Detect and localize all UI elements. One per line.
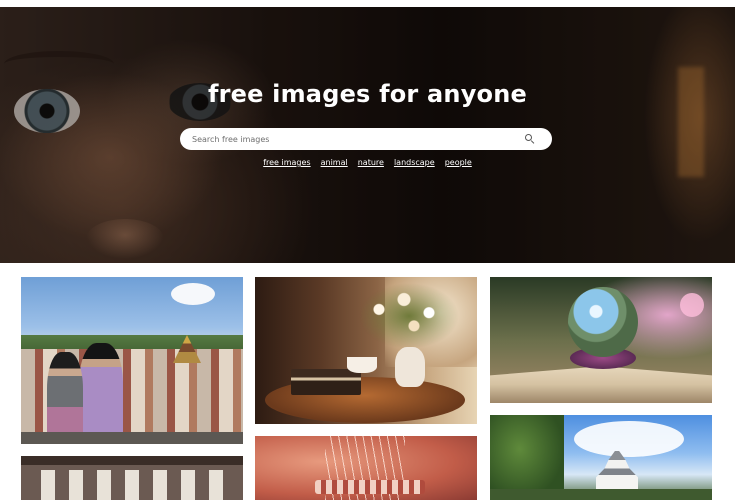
quick-link-landscape[interactable]: landscape [394, 158, 435, 167]
image-detail-globe [568, 287, 638, 357]
search-icon[interactable] [524, 133, 536, 145]
quick-link-people[interactable]: people [445, 158, 472, 167]
gallery-image-castle[interactable] [490, 415, 712, 500]
quick-link-nature[interactable]: nature [358, 158, 384, 167]
image-gallery [0, 263, 735, 500]
image-detail-ground [490, 489, 712, 500]
gallery-image-fantasy-globe[interactable] [490, 277, 712, 403]
image-detail-vase [395, 347, 425, 387]
image-detail-tree [490, 415, 564, 500]
image-detail-cloth [41, 470, 231, 500]
image-detail-blossom [680, 293, 704, 317]
image-detail-knots [315, 480, 425, 494]
image-detail-person [79, 343, 123, 444]
gallery-image-workshop[interactable] [21, 456, 243, 500]
top-strip [0, 0, 735, 7]
gallery-image-coffee-still-life[interactable] [255, 277, 477, 424]
image-detail-cloud [171, 283, 215, 305]
image-detail-cup [347, 357, 377, 373]
quick-link-free-images[interactable]: free images [263, 158, 310, 167]
image-detail-person [47, 352, 83, 444]
search-bar[interactable] [180, 128, 552, 150]
image-detail-books [291, 369, 361, 395]
gallery-image-temple-city[interactable] [21, 277, 243, 444]
search-input[interactable] [180, 128, 524, 150]
gallery-image-string-art[interactable] [255, 436, 477, 500]
image-detail-cloud [574, 421, 684, 457]
quick-links: free images animal nature landscape peop… [0, 158, 735, 167]
image-detail-ledge [21, 432, 243, 444]
quick-link-animal[interactable]: animal [321, 158, 348, 167]
hero-title: free images for anyone [207, 80, 527, 108]
hero-banner: free images for anyone free images anima… [0, 7, 735, 263]
image-detail-flowers [359, 283, 459, 349]
